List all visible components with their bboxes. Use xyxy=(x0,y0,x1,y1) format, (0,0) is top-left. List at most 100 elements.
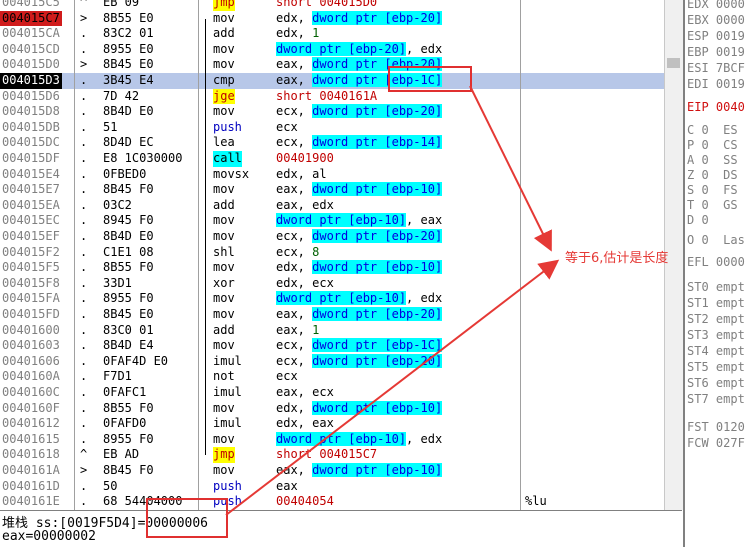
row-hex-bytes: 8D4D EC xyxy=(103,135,154,150)
register-line[interactable]: EIP 0040 xyxy=(687,100,745,114)
operand-part: edx, ecx xyxy=(276,275,334,290)
row-marker: . xyxy=(80,353,88,368)
scrollbar-thumb[interactable] xyxy=(667,58,680,68)
row-hex-bytes: 8B45 E0 xyxy=(103,57,154,72)
row-marker: . xyxy=(80,41,88,56)
disasm-row[interactable]: 0040160C. 0FAFC1 imul eax, ecx xyxy=(0,385,664,401)
operand-part: ecx xyxy=(276,369,298,384)
row-hex-bytes: 50 xyxy=(103,478,118,493)
disasm-row[interactable]: 004015EC. 8945 F0 mov dword ptr [ebp-10], e… xyxy=(0,213,664,229)
row-marker: . xyxy=(80,104,88,119)
register-line[interactable]: EBP 0019 xyxy=(687,45,745,59)
disasm-row[interactable]: 004015EF. 8B4D E0 mov ecx, dword ptr [ebp-2… xyxy=(0,229,664,245)
register-line[interactable]: O 0 Las xyxy=(687,233,745,247)
operand-part: 8 xyxy=(312,244,320,259)
disasm-row[interactable]: 004015D3. 3B45 E4 cmp eax, dword ptr [ebp-1… xyxy=(0,73,664,89)
disasm-row[interactable]: 00401618 ^ EB AD jmp short 004015C7 xyxy=(0,447,664,463)
row-marker: . xyxy=(80,291,88,306)
row-marker: . xyxy=(80,166,88,181)
disasm-row[interactable]: 004015C7 >8B55 E0 mov edx, dword ptr [ebp-2… xyxy=(0,10,664,27)
disasm-row[interactable]: 00401600. 83C0 01 add eax, 1 xyxy=(0,323,664,339)
row-address: 004015F8 xyxy=(2,275,60,290)
register-line[interactable]: D 0 xyxy=(687,213,709,227)
disasm-row[interactable]: 0040161A >8B45 F0 mov eax, dword ptr [ebp-1… xyxy=(0,463,664,479)
row-operands: eax, dword ptr [ebp-20] xyxy=(276,307,443,323)
disasm-row[interactable]: 004015DB. 51 push ecx xyxy=(0,120,664,136)
disasm-row[interactable]: 004015D0 >8B45 E0 mov eax, dword ptr [ebp-2… xyxy=(0,57,664,73)
register-line[interactable]: EFL 0000 xyxy=(687,255,745,269)
register-line[interactable]: T 0 GS xyxy=(687,198,738,212)
operand-part: dword ptr [ebp-14] xyxy=(312,135,443,150)
register-line[interactable]: P 0 CS xyxy=(687,138,738,152)
disasm-row[interactable]: 0040161E. 68 54404000 push 00404054 %lu xyxy=(0,494,664,510)
row-hex-bytes: C1E1 08 xyxy=(103,244,154,259)
operand-part: dword ptr [ebp-20] xyxy=(312,353,443,368)
disasm-row[interactable]: 004015D6. 7D 42 jge short 0040161A xyxy=(0,88,664,105)
register-line[interactable]: A 0 SS xyxy=(687,153,738,167)
disasm-row[interactable]: 00401606. 0FAF4D E0 imul ecx, dword ptr [eb… xyxy=(0,353,664,370)
disasm-row[interactable]: 00401612. 0FAFD0 imul edx, eax xyxy=(0,416,664,432)
operand-part: eax, xyxy=(276,322,313,337)
register-line[interactable]: ST7 empt xyxy=(687,392,745,406)
disasm-row[interactable]: 004015E7. 8B45 F0 mov eax, dword ptr [ebp-1… xyxy=(0,182,664,198)
register-line[interactable]: ST2 empt xyxy=(687,312,745,326)
disasm-row[interactable]: 004015DC. 8D4D EC lea ecx, dword ptr [ebp-1… xyxy=(0,135,664,151)
register-line[interactable]: ST3 empt xyxy=(687,328,745,342)
row-address: 004015DF xyxy=(2,151,60,165)
register-line[interactable]: ST6 empt xyxy=(687,376,745,390)
disasm-row[interactable]: 004015C5 ^ EB 09 jmp short 004015D0 xyxy=(0,0,664,11)
row-marker: . xyxy=(80,338,88,353)
disasm-row[interactable]: 004015CA. 83C2 01 add edx, 1 xyxy=(0,26,664,42)
registers-pane[interactable]: EDX 0000 EBX 0000 ESP 0019 EBP 0019 ESI 7BCF… xyxy=(683,0,750,547)
operand-part: edx, xyxy=(276,400,313,415)
row-mnemonic: imul xyxy=(213,353,242,368)
row-address: 00401606 xyxy=(2,353,60,368)
operand-part: eax, xyxy=(276,463,313,477)
register-line[interactable]: S 0 FS xyxy=(687,183,738,197)
operand-part: 00404054 xyxy=(276,494,334,509)
register-line[interactable]: ESP 0019 xyxy=(687,29,745,43)
row-address: 004015C5 xyxy=(2,0,60,9)
register-line[interactable]: ESI 7BCF xyxy=(687,61,745,75)
operand-part: eax, xyxy=(276,57,313,72)
disasm-row[interactable]: 004015CD. 8955 E0 mov dword ptr [ebp-20], e… xyxy=(0,41,664,58)
row-hex-bytes: 33D1 xyxy=(103,275,132,290)
register-line[interactable]: ST0 empt xyxy=(687,280,745,294)
jump-line xyxy=(205,18,206,456)
register-line[interactable]: ST5 empt xyxy=(687,360,745,374)
row-hex-bytes: 83C2 01 xyxy=(103,26,154,41)
disasm-row[interactable]: 004015FD. 8B45 E0 mov eax, dword ptr [ebp-2… xyxy=(0,307,664,323)
register-line[interactable]: EBX 0000 xyxy=(687,13,745,27)
row-marker: . xyxy=(80,182,88,197)
operand-part: , eax xyxy=(406,213,443,228)
row-mnemonic: cmp xyxy=(213,73,235,87)
register-line[interactable]: EDX 0000 xyxy=(687,0,745,11)
disasm-row[interactable]: 004015F8. 33D1 xor edx, ecx xyxy=(0,276,664,292)
disasm-row[interactable]: 004015DF. E8 1C030000 call 00401900 xyxy=(0,151,664,167)
register-line[interactable]: C 0 ES xyxy=(687,123,738,137)
disasm-row[interactable]: 00401603. 8B4D E4 mov ecx, dword ptr [ebp-1… xyxy=(0,338,664,354)
disasm-row[interactable]: 00401615. 8955 F0 mov dword ptr [ebp-10], e… xyxy=(0,431,664,448)
register-line[interactable]: Z 0 DS xyxy=(687,168,738,182)
row-marker: ^ xyxy=(80,447,88,462)
disasm-row[interactable]: 004015EA. 03C2 add eax, edx xyxy=(0,198,664,214)
register-line[interactable]: ST4 empt xyxy=(687,344,745,358)
disasm-row[interactable]: 004015D8. 8B4D E0 mov ecx, dword ptr [ebp-2… xyxy=(0,104,664,120)
register-line[interactable]: ST1 empt xyxy=(687,296,745,310)
register-line[interactable]: FST 0120 xyxy=(687,420,745,434)
column-divider-disasm xyxy=(520,0,521,510)
operand-part: ecx, xyxy=(276,338,313,353)
disasm-row[interactable]: 004015FA. 8955 F0 mov dword ptr [ebp-10], e… xyxy=(0,291,664,307)
operand-part: edx, al xyxy=(276,166,327,181)
disasm-row[interactable]: 0040160A. F7D1 not ecx xyxy=(0,369,664,385)
disasm-row[interactable]: 004015E4. 0FBED0 movsx edx, al xyxy=(0,167,664,183)
operand-part: eax, ecx xyxy=(276,385,334,399)
row-address: 00401600 xyxy=(2,322,60,337)
disasm-row[interactable]: 0040160F. 8B55 F0 mov edx, dword ptr [ebp-1… xyxy=(0,400,664,417)
row-operands: dword ptr [ebp-10], edx xyxy=(276,291,442,307)
row-address: 0040160F xyxy=(2,400,60,415)
operand-part: dword ptr [ebp-10] xyxy=(312,182,443,197)
register-line[interactable]: FCW 027F xyxy=(687,436,745,450)
register-line[interactable]: EDI 0019 xyxy=(687,77,745,91)
disasm-row[interactable]: 0040161D. 50 push eax xyxy=(0,479,664,495)
